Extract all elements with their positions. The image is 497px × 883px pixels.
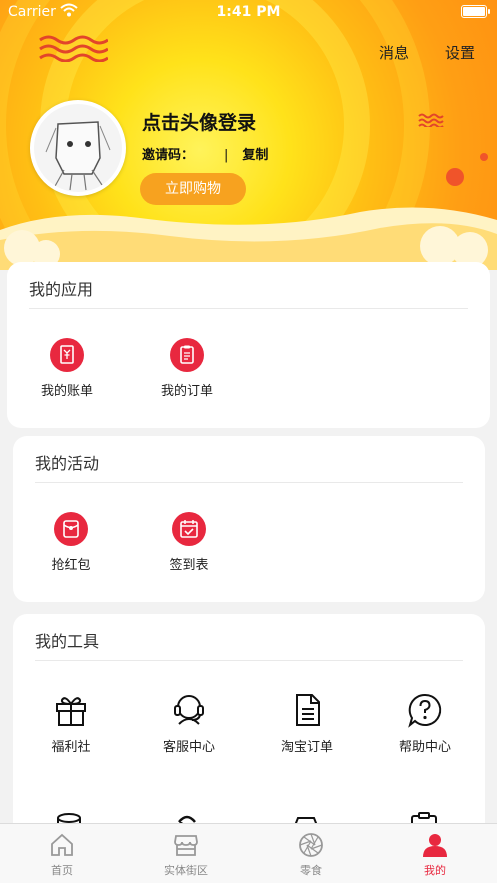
red-envelope-item[interactable]: 抢红包	[21, 512, 121, 573]
document-icon	[296, 694, 320, 726]
user-icon	[423, 834, 447, 857]
my-activities-card: 我的活动 抢红包 签到表	[13, 436, 485, 602]
wave-decoration-icon	[39, 35, 108, 62]
copy-button[interactable]: 复制	[242, 148, 268, 163]
home-icon	[51, 833, 73, 856]
invite-code-label: 邀请码：	[142, 148, 195, 163]
sign-in-item[interactable]: 签到表	[139, 512, 239, 573]
help-center-label: 帮助中心	[398, 740, 451, 755]
my-order-label: 我的订单	[160, 384, 213, 399]
divider	[35, 660, 463, 661]
customer-service-item[interactable]: 客服中心	[139, 692, 239, 755]
customer-service-label: 客服中心	[162, 740, 215, 755]
section-title-tools: 我的工具	[35, 632, 100, 651]
divider	[35, 482, 463, 483]
avatar[interactable]	[30, 100, 126, 196]
tab-mine-label: 我的	[424, 864, 446, 877]
sign-in-label: 签到表	[169, 558, 209, 573]
taobao-order-label: 淘宝订单	[280, 740, 333, 755]
section-title-activities: 我的活动	[35, 454, 100, 473]
invite-separator: |	[224, 148, 229, 163]
messages-link[interactable]: 消息	[379, 42, 409, 63]
headset-icon	[174, 695, 204, 725]
order-icon	[170, 338, 204, 372]
calendar-check-icon	[172, 512, 206, 546]
tab-home[interactable]: 首页	[0, 824, 124, 883]
login-prompt[interactable]: 点击头像登录	[142, 108, 256, 135]
help-icon	[408, 693, 442, 728]
bill-icon	[50, 338, 84, 372]
my-bill-label: 我的账单	[40, 384, 93, 399]
store-icon	[174, 835, 198, 856]
tab-home-label: 首页	[51, 864, 73, 877]
settings-link[interactable]: 设置	[445, 42, 475, 63]
taobao-order-item[interactable]: 淘宝订单	[257, 692, 357, 755]
tab-snacks-label: 零食	[300, 864, 322, 877]
tab-bar: 首页 实体街区 零食 我的	[0, 823, 497, 883]
my-tools-card: 我的工具 福利社 客服中心 淘宝订单 帮助中心	[13, 614, 485, 854]
status-time: 1:41 PM	[216, 4, 281, 20]
welfare-item[interactable]: 福利社	[21, 692, 121, 755]
tab-snacks[interactable]: 零食	[249, 824, 373, 883]
tab-store-district[interactable]: 实体街区	[124, 824, 248, 883]
help-center-item[interactable]: 帮助中心	[375, 692, 475, 755]
avatar-sketch-icon	[34, 104, 122, 192]
gift-icon	[56, 697, 86, 726]
red-envelope-icon	[54, 512, 88, 546]
status-bar: Carrier 1:41 PM	[0, 0, 497, 26]
aperture-icon	[299, 833, 323, 857]
battery-icon	[461, 5, 490, 18]
my-bill-item[interactable]: 我的账单	[17, 338, 117, 399]
tab-mine[interactable]: 我的	[373, 824, 497, 883]
cloud-decoration-icon	[0, 207, 497, 270]
wave-decoration-icon	[418, 113, 444, 127]
tab-store-district-label: 实体街区	[164, 864, 208, 877]
profile-header: Carrier 1:41 PM 消息 设置 点击头像登录 邀请码： | 复制 立…	[0, 0, 497, 270]
dot-decoration-icon	[446, 153, 488, 186]
red-envelope-label: 抢红包	[51, 558, 91, 573]
section-title-apps: 我的应用	[29, 280, 94, 299]
my-apps-card: 我的应用 我的账单 我的订单	[7, 262, 490, 428]
welfare-label: 福利社	[51, 740, 91, 755]
invite-code-row: 邀请码： | 复制	[142, 144, 268, 163]
divider	[29, 308, 468, 309]
my-order-item[interactable]: 我的订单	[137, 338, 237, 399]
